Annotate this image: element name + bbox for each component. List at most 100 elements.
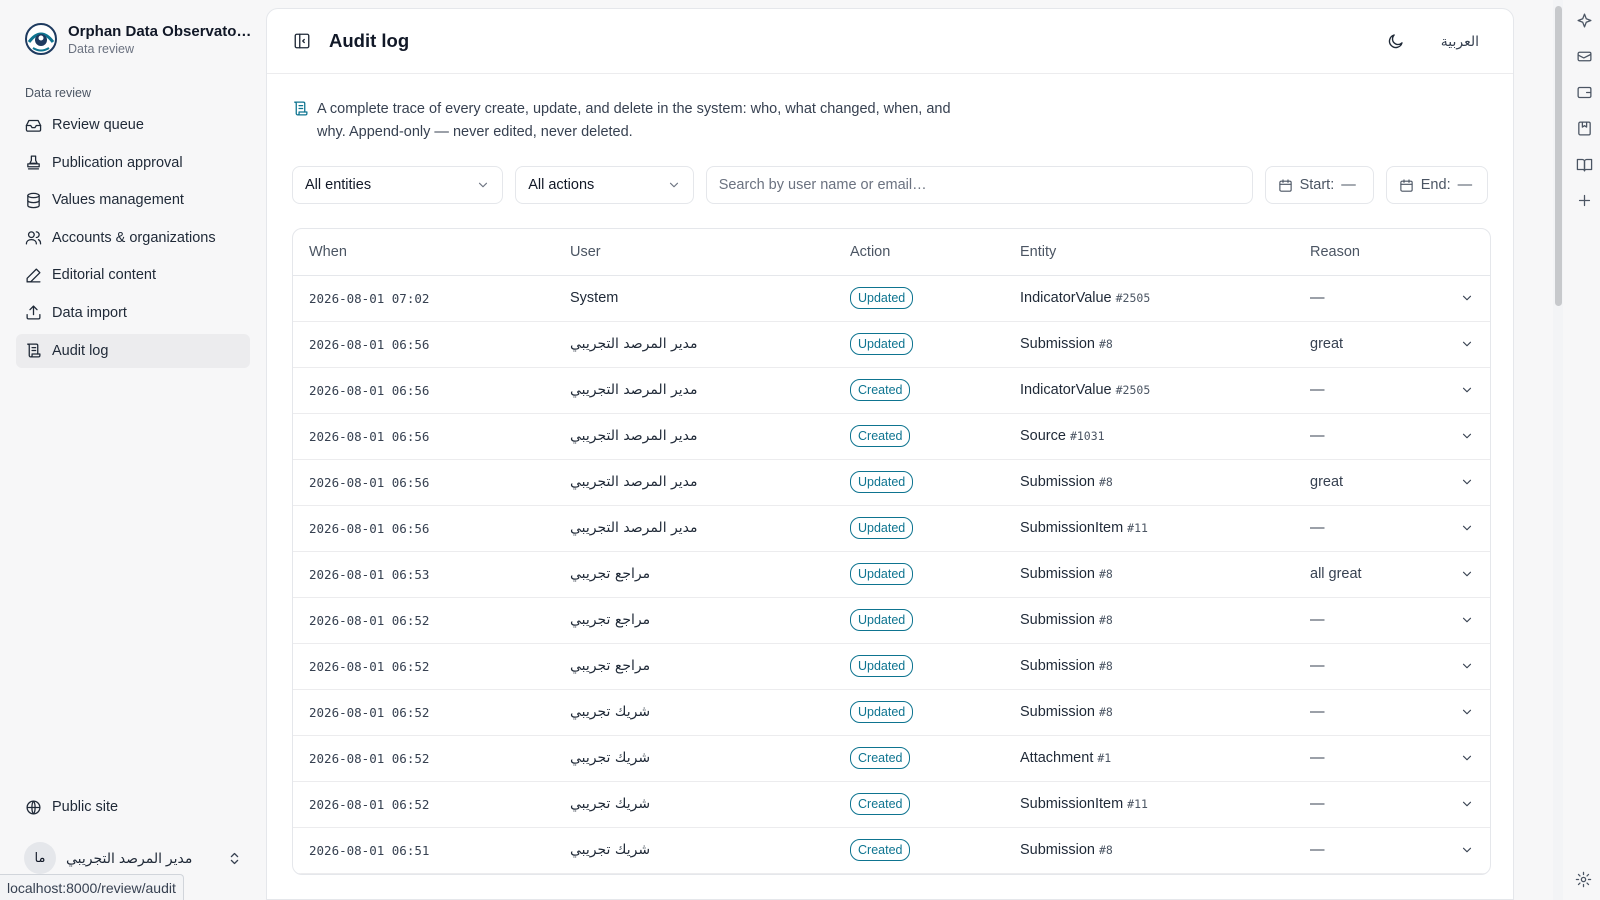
- moon-icon[interactable]: [1387, 32, 1405, 50]
- table-row[interactable]: 2026-08-01 06:53 مراجع تجريبي Updated Submi…: [293, 551, 1490, 598]
- cell-reason: great: [1294, 321, 1434, 368]
- scroll-icon: [294, 101, 308, 116]
- entity-type: Submission: [1020, 474, 1095, 490]
- entity-id: #8: [1098, 567, 1113, 581]
- cell-entity: Submission #8: [1004, 459, 1294, 506]
- table-row[interactable]: 2026-08-01 06:56 مدير المرصد التجريبي Upda…: [293, 459, 1490, 506]
- chevron-down-icon[interactable]: [1460, 843, 1474, 857]
- cell-entity: Submission #8: [1004, 551, 1294, 598]
- table-row[interactable]: 2026-08-01 06:56 مدير المرصد التجريبي Upda…: [293, 321, 1490, 368]
- sidebar-item-label: Publication approval: [52, 154, 183, 171]
- entity-id: #8: [1098, 613, 1113, 627]
- cell-expand[interactable]: [1434, 781, 1490, 828]
- cell-expand[interactable]: [1434, 827, 1490, 874]
- cell-entity: SubmissionItem #11: [1004, 781, 1294, 828]
- cell-expand[interactable]: [1434, 597, 1490, 644]
- chevron-down-icon[interactable]: [1460, 567, 1474, 581]
- sidebar-item-values-management[interactable]: Values management: [16, 183, 250, 217]
- sidebar-item-editorial-content[interactable]: Editorial content: [16, 258, 250, 292]
- table-row[interactable]: 2026-08-01 06:56 مدير المرصد التجريبي Crea…: [293, 367, 1490, 414]
- observatory-logo-icon: [24, 22, 58, 56]
- chevron-down-icon[interactable]: [1460, 613, 1474, 627]
- entity-type: Submission: [1020, 612, 1095, 628]
- table-row[interactable]: 2026-08-01 06:56 مدير المرصد التجريبي Upda…: [293, 505, 1490, 552]
- cell-action: Updated: [834, 597, 1004, 644]
- sidebar-item-audit-log[interactable]: Audit log: [16, 333, 250, 368]
- cell-user: شريك تجريبي: [554, 781, 834, 828]
- database-icon: [27, 192, 40, 208]
- table-row[interactable]: 2026-08-01 06:51 شريك تجريبي Created Submis…: [293, 827, 1490, 874]
- bookmark-icon[interactable]: [1576, 120, 1593, 137]
- sidebar-item-label: Data import: [52, 304, 127, 321]
- chevron-down-icon[interactable]: [1460, 797, 1474, 811]
- cell-reason: —: [1294, 505, 1434, 552]
- table-row[interactable]: 2026-08-01 07:02 System Updated IndicatorVa…: [293, 275, 1490, 322]
- public-site-link[interactable]: Public site: [16, 790, 250, 824]
- entity-type: Source: [1020, 428, 1066, 444]
- cell-action: Created: [834, 413, 1004, 460]
- sidebar-item-publication-approval[interactable]: Publication approval: [16, 146, 250, 180]
- table-row[interactable]: 2026-08-01 06:52 مراجع تجريبي Updated Submi…: [293, 643, 1490, 690]
- table-row[interactable]: 2026-08-01 06:52 شريك تجريبي Created Attach…: [293, 735, 1490, 782]
- cell-reason: all great: [1294, 551, 1434, 598]
- sparkle-icon[interactable]: [1576, 12, 1593, 29]
- end-date-button[interactable]: End: —: [1385, 166, 1489, 204]
- plus-icon[interactable]: [1576, 192, 1593, 209]
- cell-expand[interactable]: [1434, 275, 1490, 322]
- cell-expand[interactable]: [1434, 643, 1490, 690]
- column-header-entity: Entity: [1004, 229, 1294, 276]
- cell-expand[interactable]: [1434, 321, 1490, 368]
- status-badge: Created: [850, 747, 911, 769]
- chevron-down-icon[interactable]: [1460, 751, 1474, 765]
- cell-entity: Source #1031: [1004, 413, 1294, 460]
- wallet-icon[interactable]: [1576, 84, 1593, 101]
- table-row[interactable]: 2026-08-01 06:52 مراجع تجريبي Updated Submi…: [293, 597, 1490, 644]
- book-open-icon[interactable]: [1576, 156, 1593, 173]
- table-row[interactable]: 2026-08-01 06:52 شريك تجريبي Updated Submis…: [293, 689, 1490, 736]
- cell-when: 2026-08-01 06:52: [293, 735, 554, 782]
- sidebar-item-accounts-organizations[interactable]: Accounts & organizations: [16, 221, 250, 255]
- user-menu[interactable]: ما مدير المرصد التجريبي: [16, 838, 250, 878]
- gear-icon[interactable]: [1575, 871, 1592, 888]
- cell-expand[interactable]: [1434, 689, 1490, 736]
- chevron-down-icon[interactable]: [1460, 337, 1474, 351]
- entity-id: #11: [1127, 521, 1148, 535]
- sidebar-toggle-icon[interactable]: [293, 32, 311, 50]
- action-select[interactable]: All actions: [515, 166, 694, 204]
- chevron-down-icon[interactable]: [1460, 475, 1474, 489]
- cell-expand[interactable]: [1434, 551, 1490, 598]
- cell-action: Updated: [834, 689, 1004, 736]
- entity-id: #1: [1097, 751, 1112, 765]
- cell-user: System: [554, 275, 834, 322]
- cell-expand[interactable]: [1434, 735, 1490, 782]
- cell-expand[interactable]: [1434, 459, 1490, 506]
- status-badge: Created: [850, 379, 911, 401]
- start-date-value: —: [1341, 177, 1356, 193]
- ticket-icon[interactable]: [1576, 48, 1593, 65]
- search-input[interactable]: [705, 166, 1253, 204]
- scrollbar-thumb[interactable]: [1555, 6, 1562, 306]
- start-date-button[interactable]: Start: —: [1264, 166, 1374, 204]
- cell-expand[interactable]: [1434, 367, 1490, 414]
- entity-select[interactable]: All entities: [292, 166, 504, 204]
- chevron-down-icon[interactable]: [1460, 705, 1474, 719]
- chevron-down-icon[interactable]: [1460, 521, 1474, 535]
- chevron-down-icon[interactable]: [1460, 383, 1474, 397]
- chevron-down-icon: [479, 182, 488, 188]
- entity-type: Submission: [1020, 842, 1095, 858]
- chevron-down-icon[interactable]: [1460, 291, 1474, 305]
- sidebar-item-data-import[interactable]: Data import: [16, 296, 250, 330]
- chevron-down-icon[interactable]: [1460, 659, 1474, 673]
- table-row[interactable]: 2026-08-01 06:52 شريك تجريبي Created Submis…: [293, 781, 1490, 828]
- brand[interactable]: Orphan Data Observato… Data review: [16, 16, 251, 70]
- status-badge: Updated: [850, 517, 914, 539]
- cell-action: Updated: [834, 459, 1004, 506]
- entity-id: #2505: [1115, 383, 1151, 397]
- cell-expand[interactable]: [1434, 505, 1490, 552]
- cell-expand[interactable]: [1434, 413, 1490, 460]
- table-row[interactable]: 2026-08-01 06:56 مدير المرصد التجريبي Crea…: [293, 413, 1490, 460]
- sidebar-item-review-queue[interactable]: Review queue: [16, 108, 250, 142]
- language-toggle[interactable]: العربية: [1441, 33, 1479, 50]
- upload-icon: [26, 305, 41, 320]
- chevron-down-icon[interactable]: [1460, 429, 1474, 443]
